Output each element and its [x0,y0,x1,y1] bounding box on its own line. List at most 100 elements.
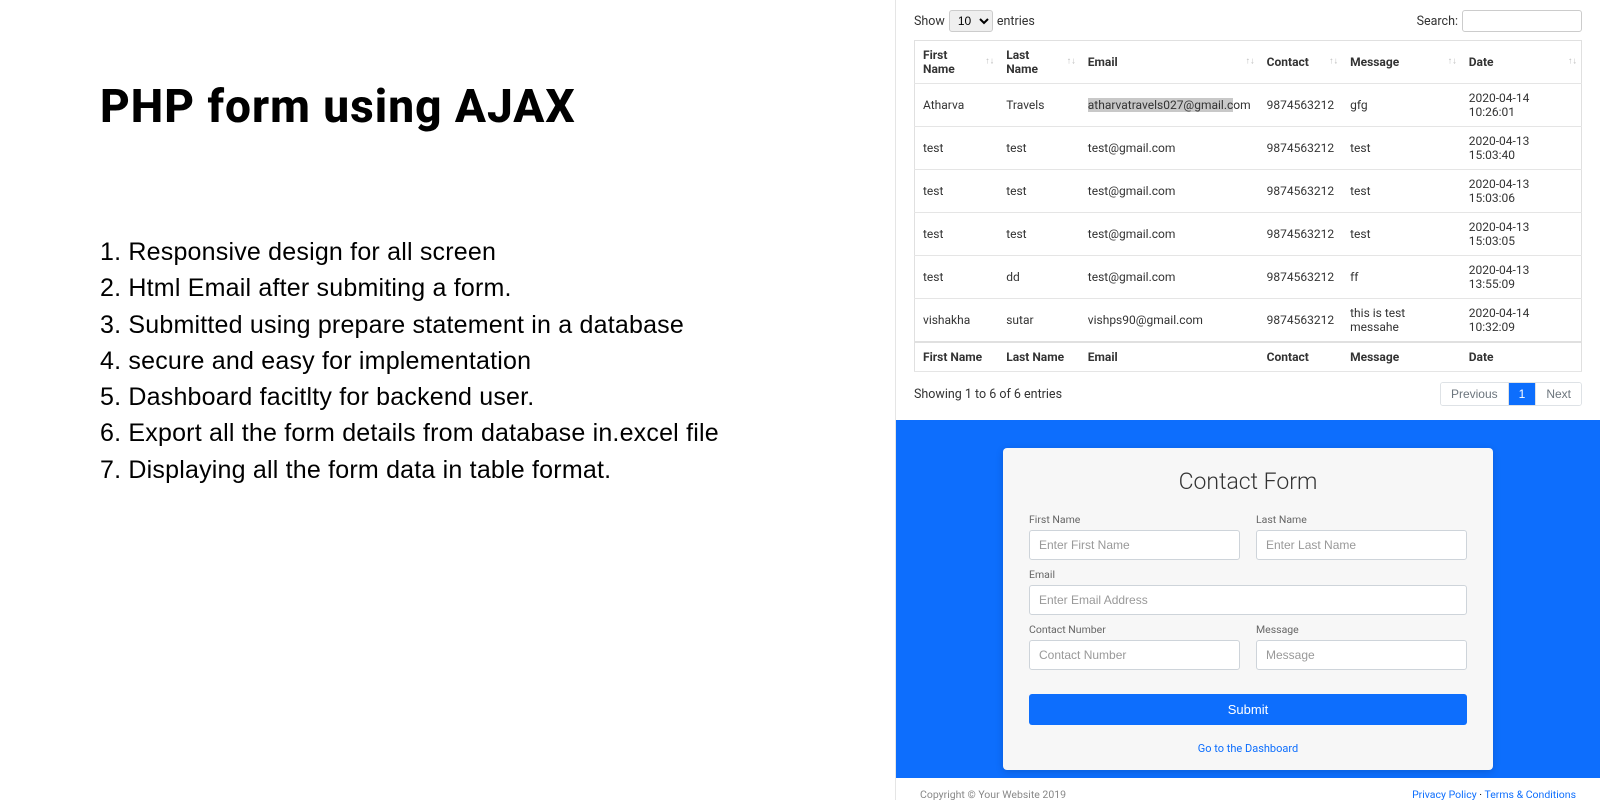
last-name-input[interactable] [1256,530,1467,560]
table-cell: 2020-04-13 15:03:40 [1461,127,1582,170]
message-label: Message [1256,623,1467,636]
table-cell: 9874563212 [1259,127,1342,170]
form-title: Contact Form [1003,468,1493,495]
table-cell: test@gmail.com [1080,213,1259,256]
feature-item: 2. Html Email after submiting a form. [100,270,835,306]
prev-button[interactable]: Previous [1441,383,1509,405]
feature-list: 1. Responsive design for all screen 2. H… [100,234,835,488]
foot-last-name: Last Name [998,342,1080,372]
form-panel: Contact Form First Name Last Name [896,420,1600,778]
col-first-name[interactable]: First Name↑↓ [915,41,999,84]
table-cell: 9874563212 [1259,170,1342,213]
show-label: Show [914,14,945,29]
sort-icon: ↑↓ [985,59,994,66]
table-cell: 9874563212 [1259,84,1342,127]
table-cell: Atharva [915,84,999,127]
table-cell: test [1342,170,1461,213]
first-name-label: First Name [1029,513,1240,526]
feature-item: 1. Responsive design for all screen [100,234,835,270]
search-control: Search: [1417,10,1582,32]
col-date[interactable]: Date↑↓ [1461,41,1582,84]
table-row: AtharvaTravelsatharvatravels027@gmail.co… [915,84,1582,127]
table-cell: test@gmail.com [1080,256,1259,299]
email-input[interactable] [1029,585,1467,615]
table-row: testtesttest@gmail.com9874563212test2020… [915,170,1582,213]
search-label: Search: [1417,14,1458,29]
sort-icon: ↑↓ [1067,59,1076,66]
table-cell: test [915,170,999,213]
data-table: First Name↑↓ Last Name↑↓ Email↑↓ Contact… [914,40,1582,372]
table-cell: sutar [998,299,1080,343]
table-cell: 2020-04-13 13:55:09 [1461,256,1582,299]
footer: Copyright © Your Website 2019 Privacy Po… [896,778,1600,805]
table-cell: 2020-04-14 10:32:09 [1461,299,1582,343]
search-input[interactable] [1462,10,1582,32]
col-email[interactable]: Email↑↓ [1080,41,1259,84]
foot-contact: Contact [1259,342,1342,372]
table-cell: dd [998,256,1080,299]
table-cell: 9874563212 [1259,299,1342,343]
table-cell: test [915,213,999,256]
foot-message: Message [1342,342,1461,372]
table-cell: test [915,256,999,299]
table-info: Showing 1 to 6 of 6 entries [914,387,1062,402]
feature-item: 7. Displaying all the form data in table… [100,452,835,488]
length-select[interactable]: 10 [949,10,993,32]
next-button[interactable]: Next [1536,383,1581,405]
length-control: Show 10 entries [914,10,1035,32]
table-row: testtesttest@gmail.com9874563212test2020… [915,127,1582,170]
sort-icon: ↑↓ [1568,59,1577,66]
table-cell: test [998,127,1080,170]
table-row: testtesttest@gmail.com9874563212test2020… [915,213,1582,256]
table-cell: test [915,127,999,170]
table-cell: this is test messahe [1342,299,1461,343]
table-cell: vishakha [915,299,999,343]
datatable-panel: Show 10 entries Search: First Name↑↓ Las… [896,0,1600,420]
table-cell: gfg [1342,84,1461,127]
entries-label: entries [997,14,1035,29]
page-1-button[interactable]: 1 [1509,383,1537,405]
col-message[interactable]: Message↑↓ [1342,41,1461,84]
contact-input[interactable] [1029,640,1240,670]
email-label: Email [1029,568,1467,581]
feature-item: 3. Submitted using prepare statement in … [100,307,835,343]
table-cell: test [1342,127,1461,170]
feature-item: 4. secure and easy for implementation [100,343,835,379]
dashboard-link[interactable]: Go to the Dashboard [1198,742,1298,755]
table-cell: 2020-04-13 15:03:06 [1461,170,1582,213]
contact-form-card: Contact Form First Name Last Name [1003,448,1493,770]
table-cell: ff [1342,256,1461,299]
sort-icon: ↑↓ [1329,59,1338,66]
table-cell: 2020-04-13 15:03:05 [1461,213,1582,256]
feature-item: 6. Export all the form details from data… [100,415,835,451]
col-contact[interactable]: Contact↑↓ [1259,41,1342,84]
table-cell: test [998,170,1080,213]
contact-label: Contact Number [1029,623,1240,636]
message-input[interactable] [1256,640,1467,670]
table-cell: test@gmail.com [1080,127,1259,170]
foot-date: Date [1461,342,1582,372]
foot-email: Email [1080,342,1259,372]
page-title: PHP form using AJAX [100,80,835,134]
feature-item: 5. Dashboard facitlty for backend user. [100,379,835,415]
sort-icon: ↑↓ [1448,59,1457,66]
copyright: Copyright © Your Website 2019 [920,788,1066,801]
table-cell: test [1342,213,1461,256]
table-cell: test@gmail.com [1080,170,1259,213]
table-cell: atharvatravels027@gmail.com [1080,84,1259,127]
last-name-label: Last Name [1256,513,1467,526]
first-name-input[interactable] [1029,530,1240,560]
table-cell: 2020-04-14 10:26:01 [1461,84,1582,127]
table-row: vishakhasutarvishps90@gmail.com987456321… [915,299,1582,343]
privacy-link[interactable]: Privacy Policy [1412,788,1477,801]
table-cell: 9874563212 [1259,213,1342,256]
col-last-name[interactable]: Last Name↑↓ [998,41,1080,84]
foot-first-name: First Name [915,342,999,372]
table-cell: test [998,213,1080,256]
table-row: testddtest@gmail.com9874563212ff2020-04-… [915,256,1582,299]
table-cell: Travels [998,84,1080,127]
terms-link[interactable]: Terms & Conditions [1484,788,1576,801]
table-cell: vishps90@gmail.com [1080,299,1259,343]
pagination: Previous 1 Next [1440,382,1582,406]
submit-button[interactable]: Submit [1029,694,1467,725]
